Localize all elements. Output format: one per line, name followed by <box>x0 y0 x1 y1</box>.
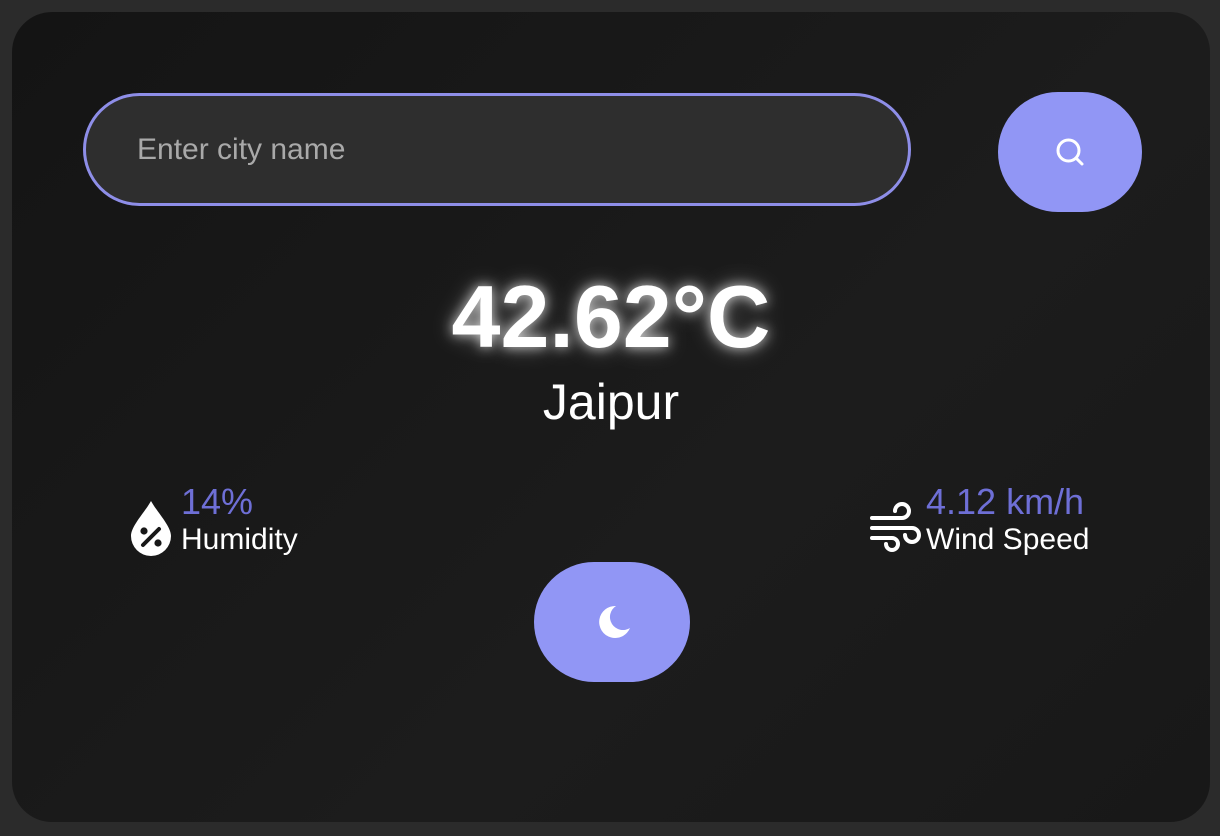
wind-stat: 4.12 km/h Wind Speed <box>868 482 1089 558</box>
humidity-drop-icon <box>127 498 175 556</box>
humidity-label: Humidity <box>181 523 298 556</box>
humidity-stat: 14% Humidity <box>127 482 298 558</box>
city-search-input[interactable] <box>83 93 911 206</box>
wind-icon <box>868 500 922 554</box>
moon-icon <box>590 600 634 644</box>
search-button[interactable] <box>998 92 1142 212</box>
city-name: Jaipur <box>542 374 680 430</box>
humidity-value: 14% <box>181 481 254 522</box>
wind-speed-value: 4.12 km/h <box>926 481 1085 522</box>
weather-card: 42.62°C Jaipur 14% Humidity 4.12 km/h <box>12 12 1210 822</box>
theme-toggle-button[interactable] <box>534 562 690 682</box>
search-icon <box>1052 134 1088 170</box>
wind-speed-label: Wind Speed <box>926 523 1090 556</box>
temperature-value: 42.62°C <box>451 267 771 366</box>
